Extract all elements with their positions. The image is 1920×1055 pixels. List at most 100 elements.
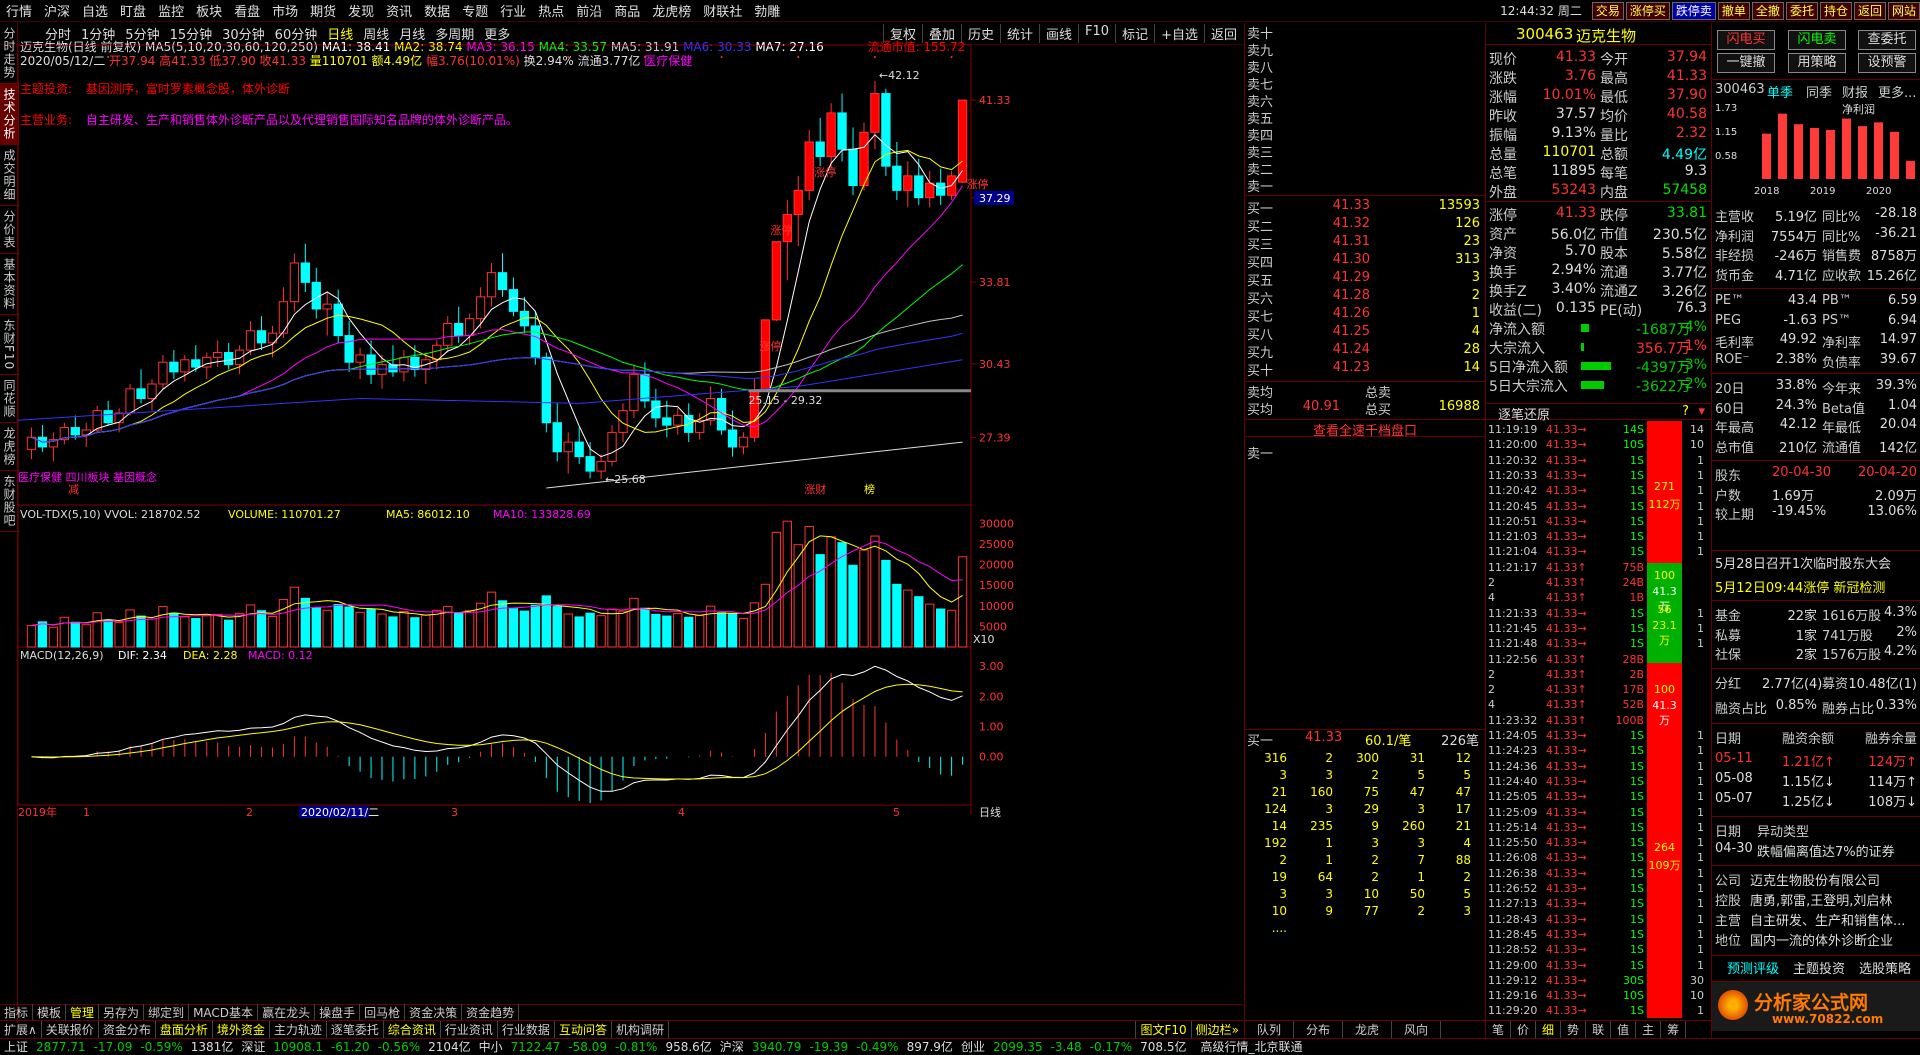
left-tab[interactable]: 东财股吧 — [0, 471, 19, 533]
top-button[interactable]: 撤单 — [1717, 1, 1750, 20]
index-name[interactable]: 沪深 — [716, 1038, 748, 1055]
news-item[interactable]: 5月12日09:44涨停 新冠检测 — [1715, 577, 1885, 596]
indicator-tab[interactable]: 回马枪 — [360, 1004, 406, 1021]
tick-tab[interactable]: 价 — [1511, 1021, 1537, 1038]
top-button[interactable]: 跌停卖 — [1671, 1, 1716, 20]
indicator-tab[interactable]: 资金趋势 — [462, 1004, 520, 1021]
menu-item[interactable]: 专题 — [456, 1, 494, 20]
action-button[interactable]: 查委托 — [1858, 30, 1916, 50]
buy-level[interactable]: 买八 41.25 4 — [1245, 324, 1485, 343]
question-icon[interactable]: ? — [1682, 404, 1689, 419]
index-name[interactable]: 中小 — [475, 1038, 507, 1055]
tick-tab[interactable]: 主 — [1636, 1021, 1662, 1038]
tick-tab[interactable]: 联 — [1586, 1021, 1612, 1038]
action-button[interactable]: 一键撤 — [1717, 53, 1775, 73]
sector-tag[interactable]: 医疗保健 四川板块 基因概念 — [18, 470, 157, 484]
tick-title[interactable]: 逐笔还原 — [1498, 404, 1550, 423]
full-depth-link[interactable]: 查看全速千档盘口 — [1245, 419, 1485, 439]
sell-level[interactable]: 卖九 — [1245, 40, 1485, 59]
orderbook-tab[interactable]: 龙虎 — [1343, 1021, 1393, 1038]
menu-item[interactable]: 板块 — [190, 1, 228, 20]
menu-item[interactable]: 勃雕 — [748, 1, 786, 20]
menu-item[interactable]: 行业 — [494, 1, 532, 20]
extension-tab[interactable]: 盘面分析 — [156, 1020, 213, 1038]
extension-tab[interactable]: 机构调研 — [612, 1020, 669, 1038]
tick-tab[interactable]: 筹 — [1661, 1021, 1687, 1038]
sell-level[interactable]: 卖四 — [1245, 125, 1485, 144]
extension-tab[interactable]: 主力轨迹 — [270, 1020, 327, 1038]
index-name[interactable]: 深证 — [237, 1038, 269, 1055]
panel-toggle[interactable]: 图文F10 — [1135, 1020, 1190, 1038]
indicator-tab[interactable]: 管理 — [66, 1004, 100, 1021]
left-tab[interactable]: 成交明细 — [0, 145, 19, 206]
toolbar-button[interactable]: F10 — [1078, 24, 1115, 43]
extension-tab[interactable]: 行业数据 — [498, 1020, 555, 1038]
buy-level[interactable]: 买一 41.33 13593 — [1245, 198, 1485, 217]
extension-tab[interactable]: 境外资金 — [213, 1020, 270, 1038]
left-tab[interactable]: 东财F10 — [0, 315, 19, 376]
menu-item[interactable]: 市场 — [266, 1, 304, 20]
extension-tab[interactable]: 逐笔委托 — [327, 1020, 384, 1038]
indicator-tab[interactable]: 资金决策 — [405, 1004, 463, 1021]
menu-item[interactable]: 看盘 — [228, 1, 266, 20]
fin-footer-tab[interactable]: 主题投资 — [1793, 958, 1845, 977]
toolbar-button[interactable]: 历史 — [960, 24, 1000, 43]
left-tab[interactable]: 分价表 — [0, 206, 19, 254]
menu-item[interactable]: 发现 — [342, 1, 380, 20]
top-button[interactable]: 返回 — [1853, 1, 1886, 20]
indicator-tab[interactable]: 另存为 — [99, 1004, 145, 1021]
menu-item[interactable]: 监控 — [152, 1, 190, 20]
action-button[interactable]: 设预警 — [1858, 53, 1916, 73]
top-button[interactable]: 交易 — [1591, 1, 1624, 20]
toolbar-button[interactable]: 返回 — [1203, 24, 1243, 43]
tick-tab[interactable]: 细 — [1536, 1021, 1562, 1038]
buy-level[interactable]: 买三 41.31 23 — [1245, 234, 1485, 253]
panel-toggle[interactable]: 侧边栏» — [1190, 1020, 1243, 1038]
buy-level[interactable]: 买七 41.26 1 — [1245, 306, 1485, 325]
tick-tab[interactable]: 势 — [1561, 1021, 1587, 1038]
menu-item[interactable]: 数据 — [418, 1, 456, 20]
action-button[interactable]: 用策略 — [1788, 53, 1846, 73]
fin-footer-tab[interactable]: 选股策略 — [1859, 958, 1911, 977]
indicator-tab[interactable]: 模板 — [33, 1004, 67, 1021]
sell-level[interactable]: 卖五 — [1245, 108, 1485, 127]
toolbar-button[interactable]: 标记 — [1115, 24, 1154, 43]
menu-item[interactable]: 商品 — [608, 1, 646, 20]
buy-level[interactable]: 买四 41.30 313 — [1245, 252, 1485, 271]
event-mark[interactable]: 减 — [68, 483, 79, 496]
menu-item[interactable]: 自选 — [76, 1, 114, 20]
buy-level[interactable]: 买六 41.28 2 — [1245, 288, 1485, 307]
tick-tab[interactable]: 笔 — [1486, 1021, 1512, 1038]
menu-item[interactable]: 财联社 — [697, 1, 748, 20]
stock-code[interactable]: 300463 — [1516, 25, 1573, 43]
menu-item[interactable]: 期货 — [304, 1, 342, 20]
toolbar-button[interactable]: +自选 — [1154, 24, 1204, 43]
menu-item[interactable]: 行情 — [0, 1, 38, 20]
stock-name[interactable]: 迈克生物 — [1576, 25, 1636, 46]
sell-level[interactable]: 卖七 — [1245, 74, 1485, 93]
buy-level[interactable]: 买十 41.23 14 — [1245, 360, 1485, 379]
left-tab[interactable]: 同花顺 — [0, 375, 19, 424]
top-button[interactable]: 持仓 — [1819, 1, 1852, 20]
indicator-tab[interactable]: MACD基本 — [189, 1004, 259, 1021]
menu-item[interactable]: 盯盘 — [114, 1, 152, 20]
menu-item[interactable]: 沪深 — [38, 1, 76, 20]
toolbar-button[interactable]: 画线 — [1039, 24, 1078, 43]
sell-level[interactable]: 卖六 — [1245, 91, 1485, 110]
extension-tab[interactable]: 综合资讯 — [384, 1020, 441, 1038]
orderbook-tab[interactable]: 队列 — [1245, 1021, 1295, 1038]
indicator-tab[interactable]: 指标 — [0, 1004, 34, 1021]
top-button[interactable]: 全撤 — [1751, 1, 1784, 20]
indicator-tab[interactable]: 绑定到 — [144, 1004, 190, 1021]
index-name[interactable]: 创业 — [957, 1038, 989, 1055]
index-name[interactable]: 上证 — [0, 1038, 32, 1055]
buy-level[interactable]: 买二 41.32 126 — [1245, 216, 1485, 235]
sell-level[interactable]: 卖八 — [1245, 57, 1485, 76]
extension-tab[interactable]: 行业资讯 — [441, 1020, 498, 1038]
orderbook-tab[interactable]: 分布 — [1294, 1021, 1344, 1038]
event-mark[interactable]: 涨财 — [804, 482, 826, 496]
extension-tab[interactable]: 互动问答 — [555, 1020, 612, 1038]
action-button[interactable]: 闪电卖 — [1788, 30, 1846, 50]
menu-item[interactable]: 龙虎榜 — [646, 1, 697, 20]
sell-level[interactable]: 卖三 — [1245, 142, 1485, 161]
